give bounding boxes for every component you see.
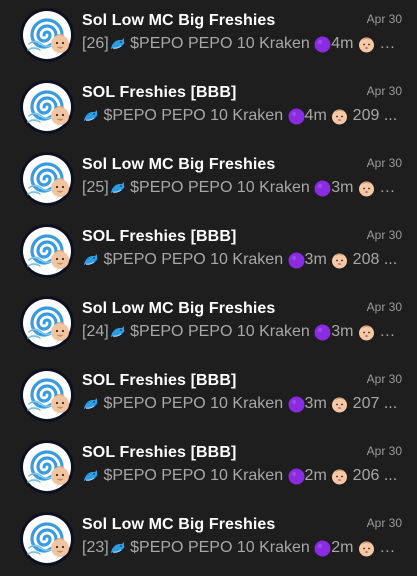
chat-date: Apr 30 — [366, 444, 402, 458]
chat-list: Sol Low MC Big Freshies Apr 30 [26] $PEP… — [0, 0, 417, 573]
purple-circle-icon — [288, 252, 305, 269]
purple-circle-icon — [314, 180, 331, 197]
message-prefix: [26] — [82, 35, 109, 52]
message-text: $PEPO PEPO 10 Kraken — [125, 35, 315, 52]
water-swirl-baby-avatar-icon — [20, 512, 74, 566]
chat-list-item[interactable]: SOL Freshies [BBB] Apr 30 $PEPO PEPO 10 … — [0, 72, 417, 144]
baby-face-icon — [331, 252, 348, 269]
chat-date: Apr 30 — [366, 372, 402, 386]
chat-preview: $PEPO PEPO 10 Kraken 3m 207 ... — [82, 394, 400, 414]
water-swirl-baby-avatar-icon — [20, 152, 74, 206]
message-text: $PEPO PEPO 10 Kraken — [99, 395, 288, 412]
chat-preview: [24] $PEPO PEPO 10 Kraken 3m 2... — [82, 322, 400, 342]
water-swirl-baby-avatar-icon — [20, 224, 74, 278]
chat-date: Apr 30 — [366, 228, 402, 242]
message-prefix: [24] — [82, 323, 109, 340]
message-time: 3m — [331, 179, 354, 196]
dolphin-icon — [109, 180, 126, 197]
baby-face-icon — [331, 396, 348, 413]
chat-title: SOL Freshies [BBB] — [82, 228, 237, 245]
chat-date: Apr 30 — [366, 156, 402, 170]
baby-face-icon — [358, 540, 375, 557]
chat-title: Sol Low MC Big Freshies — [82, 300, 276, 317]
message-tail: 209 ... — [348, 107, 398, 124]
purple-circle-icon — [314, 36, 331, 53]
chat-date: Apr 30 — [366, 12, 402, 26]
water-swirl-baby-avatar-icon — [20, 296, 74, 350]
baby-face-icon — [358, 180, 375, 197]
message-tail: 2... — [374, 323, 400, 340]
purple-circle-icon — [288, 108, 305, 125]
chat-title: SOL Freshies [BBB] — [82, 372, 237, 389]
message-prefix: [25] — [82, 179, 109, 196]
message-tail: 2... — [374, 539, 400, 556]
dolphin-icon — [109, 540, 126, 557]
chat-list-item[interactable]: Sol Low MC Big Freshies Apr 30 [25] $PEP… — [0, 144, 417, 216]
water-swirl-baby-avatar-icon — [20, 80, 74, 134]
chat-preview: $PEPO PEPO 10 Kraken 3m 208 ... — [82, 250, 400, 270]
message-text: $PEPO PEPO 10 Kraken — [99, 107, 288, 124]
water-swirl-baby-avatar-icon — [20, 440, 74, 494]
message-text: $PEPO PEPO 10 Kraken — [125, 323, 315, 340]
chat-list-item[interactable]: SOL Freshies [BBB] Apr 30 $PEPO PEPO 10 … — [0, 360, 417, 432]
message-text: $PEPO PEPO 10 Kraken — [99, 251, 288, 268]
purple-circle-icon — [288, 396, 305, 413]
chat-preview: [26] $PEPO PEPO 10 Kraken 4m 2... — [82, 34, 400, 54]
message-time: 3m — [304, 251, 327, 268]
message-tail: 2... — [374, 179, 400, 196]
message-time: 2m — [331, 539, 354, 556]
dolphin-icon — [109, 36, 126, 53]
message-time: 4m — [331, 35, 354, 52]
purple-circle-icon — [288, 468, 305, 485]
chat-list-item[interactable]: SOL Freshies [BBB] Apr 30 $PEPO PEPO 10 … — [0, 216, 417, 288]
chat-list-item[interactable]: Sol Low MC Big Freshies Apr 30 [26] $PEP… — [0, 0, 417, 72]
message-tail: 207 ... — [348, 395, 398, 412]
chat-preview: [23] $PEPO PEPO 10 Kraken 2m 2... — [82, 538, 400, 558]
baby-face-icon — [331, 468, 348, 485]
chat-preview: [25] $PEPO PEPO 10 Kraken 3m 2... — [82, 178, 400, 198]
chat-title: SOL Freshies [BBB] — [82, 444, 237, 461]
dolphin-icon — [82, 468, 99, 485]
chat-title: SOL Freshies [BBB] — [82, 84, 237, 101]
dolphin-icon — [109, 324, 126, 341]
message-tail: 2... — [374, 35, 400, 52]
chat-date: Apr 30 — [366, 516, 402, 530]
chat-title: Sol Low MC Big Freshies — [82, 12, 276, 29]
purple-circle-icon — [314, 540, 331, 557]
chat-date: Apr 30 — [366, 84, 402, 98]
baby-face-icon — [358, 324, 375, 341]
chat-date: Apr 30 — [366, 300, 402, 314]
dolphin-icon — [82, 108, 99, 125]
purple-circle-icon — [314, 324, 331, 341]
water-swirl-baby-avatar-icon — [20, 8, 74, 62]
chat-preview: $PEPO PEPO 10 Kraken 4m 209 ... — [82, 106, 400, 126]
chat-list-item[interactable]: SOL Freshies [BBB] Apr 30 $PEPO PEPO 10 … — [0, 432, 417, 504]
message-tail: 208 ... — [348, 251, 398, 268]
message-time: 4m — [304, 107, 327, 124]
water-swirl-baby-avatar-icon — [20, 368, 74, 422]
message-text: $PEPO PEPO 10 Kraken — [125, 179, 315, 196]
message-tail: 206 ... — [348, 467, 398, 484]
message-text: $PEPO PEPO 10 Kraken — [99, 467, 288, 484]
chat-preview: $PEPO PEPO 10 Kraken 2m 206 ... — [82, 466, 400, 486]
dolphin-icon — [82, 396, 99, 413]
baby-face-icon — [358, 36, 375, 53]
chat-title: Sol Low MC Big Freshies — [82, 516, 276, 533]
message-text: $PEPO PEPO 10 Kraken — [125, 539, 315, 556]
chat-list-item[interactable]: Sol Low MC Big Freshies Apr 30 [23] $PEP… — [0, 504, 417, 576]
chat-list-item[interactable]: Sol Low MC Big Freshies Apr 30 [24] $PEP… — [0, 288, 417, 360]
message-time: 3m — [331, 323, 354, 340]
message-time: 2m — [304, 467, 327, 484]
chat-title: Sol Low MC Big Freshies — [82, 156, 276, 173]
dolphin-icon — [82, 252, 99, 269]
baby-face-icon — [331, 108, 348, 125]
message-time: 3m — [304, 395, 327, 412]
message-prefix: [23] — [82, 539, 109, 556]
